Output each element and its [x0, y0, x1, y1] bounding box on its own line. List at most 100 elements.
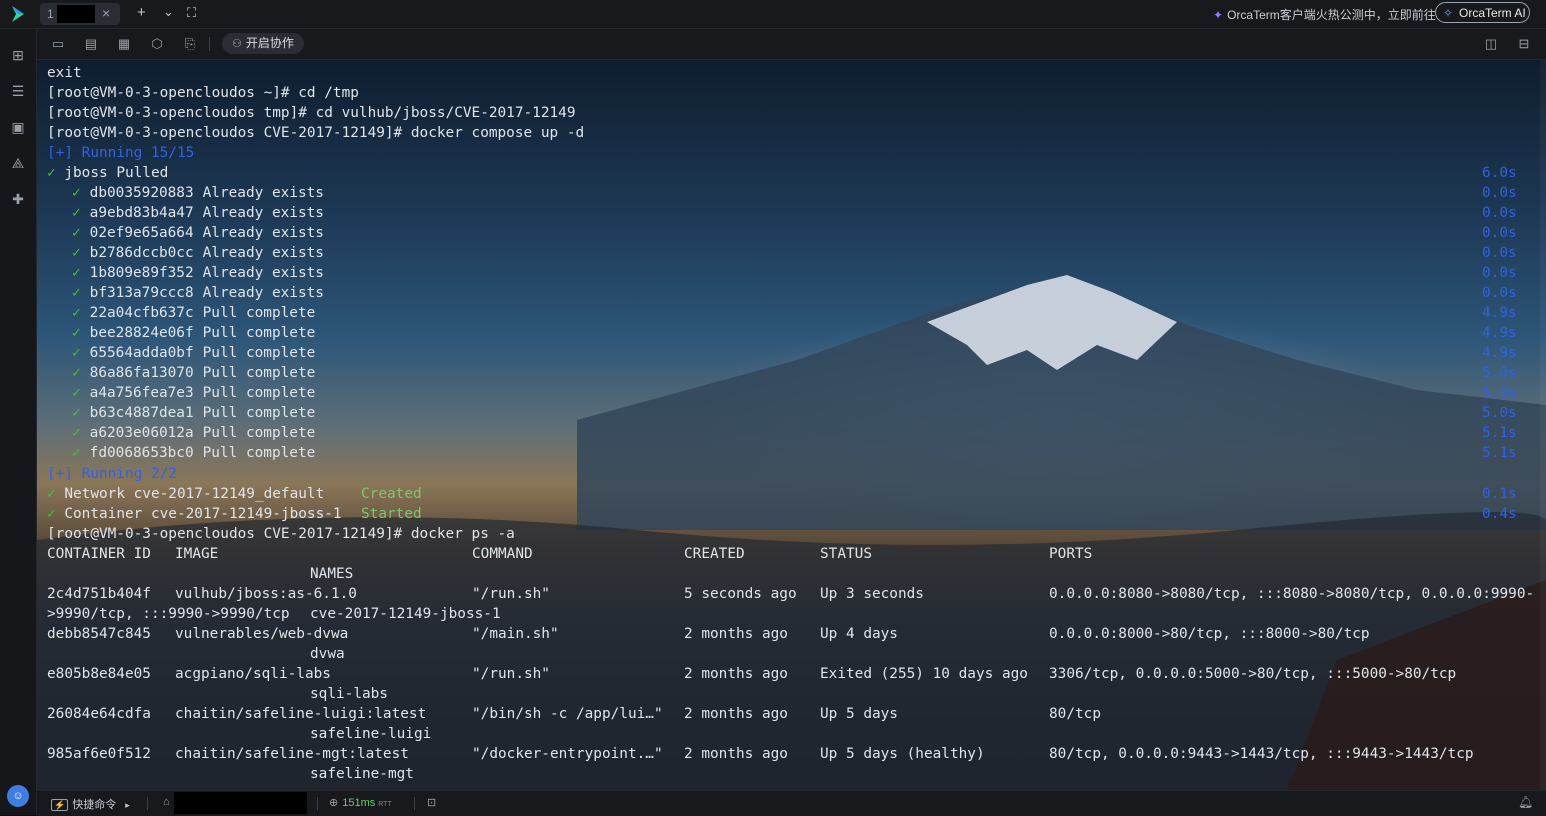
status-cell: Exited (255) 10 days ago [820, 666, 1028, 682]
new-tab-icon[interactable]: + [137, 5, 146, 21]
layer-time: 4.9s [1482, 345, 1517, 361]
layer-status: Pull complete [202, 425, 316, 441]
container-id-cell: debb8547c845 [47, 626, 151, 642]
check-icon: ✓ [72, 325, 81, 341]
created-state: Created [361, 486, 422, 502]
command-cell: "/bin/sh -c /app/lui…" [472, 706, 663, 722]
header-container-id: CONTAINER ID [47, 546, 151, 562]
created-cell: 5 seconds ago [684, 586, 797, 602]
layer-line: ✓ a6203e06012a Pull complete [72, 423, 315, 443]
check-icon: ✓ [72, 225, 81, 241]
latency-value: 151ms [342, 797, 376, 809]
create-time: 0.4s [1482, 506, 1517, 522]
layer-time: 0.0s [1482, 285, 1517, 301]
check-icon: ✓ [72, 445, 81, 461]
clipboard-icon[interactable]: ⎘ [182, 36, 198, 52]
status-divider [317, 797, 318, 810]
terminal-line: [root@VM-0-3-opencloudos tmp]# cd vulhub… [47, 105, 576, 121]
layer-time: 4.9s [1482, 325, 1517, 341]
shield-icon[interactable]: ⬡ [149, 36, 165, 52]
check-icon: ✓ [72, 425, 81, 441]
network-nodes-icon[interactable]: ⟁ [10, 155, 26, 171]
check-icon: ✓ [72, 205, 81, 221]
open-folder-icon[interactable]: ▭ [50, 36, 66, 52]
layer-line: ✓ 02ef9e65a664 Already exists [72, 223, 324, 243]
check-icon: ✓ [72, 405, 81, 421]
layer-time: 0.0s [1482, 265, 1517, 281]
file-manager-icon[interactable]: ▤ [83, 36, 99, 52]
layer-status: Already exists [202, 265, 324, 281]
status-cell: Up 3 seconds [820, 586, 924, 602]
command-cell: "/run.sh" [472, 586, 550, 602]
session-tab[interactable]: 1 × [40, 3, 120, 25]
tab-menu-chevron-icon[interactable]: ⌄ [163, 4, 174, 20]
sparkle-icon: ✦ [1213, 8, 1224, 22]
layer-line: ✓ fd0068653bc0 Pull complete [72, 443, 315, 463]
names-cell: safeline-luigi [310, 726, 432, 742]
layer-id: 02ef9e65a664 [89, 225, 194, 241]
container-id-cell: 985af6e0f512 [47, 746, 151, 762]
layer-line: ✓ a9ebd83b4a47 Already exists [72, 203, 324, 223]
layer-id: bee28824e06f [89, 325, 194, 341]
quick-commands-button[interactable]: ⚡ 快捷命令 ▸ [51, 796, 130, 812]
user-avatar[interactable]: ☺ [7, 785, 29, 807]
plugin-icon[interactable]: ✚ [10, 191, 26, 207]
names-cell: dvwa [310, 646, 345, 662]
layer-time: 5.0s [1482, 365, 1517, 381]
terminal-line: exit [47, 65, 82, 81]
created-cell: 2 months ago [684, 626, 788, 642]
terminal-viewport[interactable]: exit [root@VM-0-3-opencloudos ~]# cd /tm… [37, 60, 1546, 790]
layer-status: Pull complete [202, 325, 316, 341]
close-tab-icon[interactable]: × [102, 5, 110, 21]
image-cell: vulnerables/web-dvwa [175, 626, 349, 642]
image-icon[interactable]: ▦ [116, 36, 132, 52]
layer-time: 5.1s [1482, 425, 1517, 441]
layer-id: 65564adda0bf [89, 345, 194, 361]
network-created-line: ✓ Network cve-2017-12149_default [47, 486, 325, 502]
header-image: IMAGE [175, 546, 219, 562]
image-cell: vulhub/jboss:as-6.1.0 [175, 586, 357, 602]
check-icon: ✓ [47, 506, 56, 522]
header-ports: PORTS [1049, 546, 1093, 562]
promo-link[interactable]: ✦ OrcaTerm客户端火热公测中，立即前往 [1213, 6, 1436, 23]
pull-header-line: ✓ jboss Pulled [47, 165, 169, 181]
ports-cell: 80/tcp, 0.0.0.0:9443->1443/tcp, :::9443-… [1049, 746, 1474, 762]
notification-bell-icon[interactable]: 🔔︎ [1518, 795, 1533, 809]
layer-time: 0.0s [1482, 205, 1517, 221]
monitor-chart-icon[interactable]: ⊡ [427, 796, 436, 809]
header-created: CREATED [684, 546, 745, 562]
layer-time: 5.1s [1482, 445, 1517, 461]
orcaterm-logo-icon [12, 6, 24, 22]
server-list-icon[interactable]: ☰ [10, 83, 26, 99]
fullscreen-icon[interactable]: ⛶ [187, 5, 196, 21]
left-sidebar: ⊞ ☰ ▣ ⟁ ✚ ☺ [0, 29, 37, 815]
layer-time: 5.0s [1482, 405, 1517, 421]
command-cell: "/run.sh" [472, 666, 550, 682]
layout-panel-icon[interactable]: ⊟ [1516, 36, 1532, 52]
check-icon: ✓ [47, 486, 56, 502]
image-cell: chaitin/safeline-mgt:latest [175, 746, 409, 762]
check-icon: ✓ [72, 265, 81, 281]
layer-id: 1b809e89f352 [89, 265, 194, 281]
check-icon: ✓ [72, 345, 81, 361]
orcaterm-ai-button[interactable]: ✧ OrcaTerm AI [1435, 2, 1530, 23]
apps-grid-icon[interactable]: ⊞ [10, 47, 26, 63]
check-icon: ✓ [72, 285, 81, 301]
promo-text: OrcaTerm客户端火热公测中，立即前往 [1227, 8, 1436, 22]
start-collaboration-button[interactable]: ⚇ 开启协作 [222, 33, 304, 54]
layer-id: fd0068653bc0 [89, 445, 194, 461]
layer-id: a9ebd83b4a47 [89, 205, 194, 221]
ports-cell: 0.0.0.0:8080->8080/tcp, :::8080->8080/tc… [1049, 586, 1535, 602]
layer-line: ✓ db0035920883 Already exists [72, 183, 324, 203]
terminal-line: [root@VM-0-3-opencloudos CVE-2017-12149]… [47, 125, 585, 141]
command-cell: "/main.sh" [472, 626, 559, 642]
layer-id: bf313a79ccc8 [89, 285, 194, 301]
names-cell: safeline-mgt [310, 766, 414, 782]
split-view-icon[interactable]: ◫ [1483, 36, 1499, 52]
tab-number: 1 [47, 7, 54, 21]
status-cell: Up 5 days [820, 706, 898, 722]
expand-arrow-icon: ▸ [125, 800, 130, 810]
layer-status: Already exists [202, 205, 324, 221]
layer-line: ✓ b63c4887dea1 Pull complete [72, 403, 315, 423]
terminal-window-icon[interactable]: ▣ [10, 119, 26, 135]
